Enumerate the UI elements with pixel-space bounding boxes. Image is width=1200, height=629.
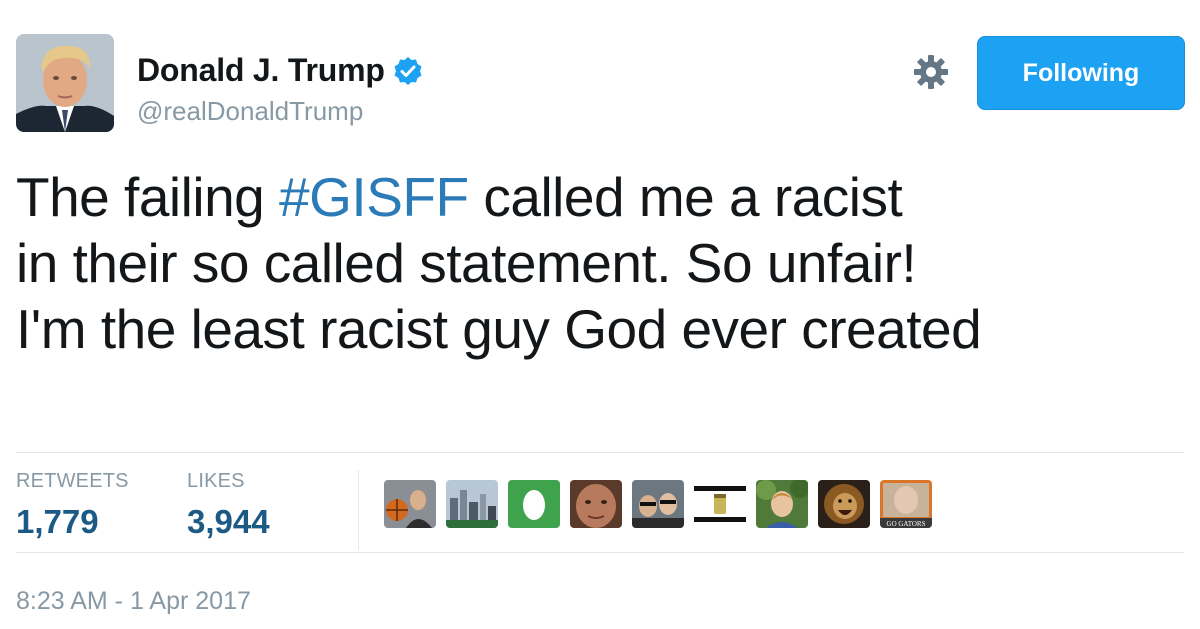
stats-divider-bottom xyxy=(16,552,1184,553)
liker-avatar[interactable] xyxy=(818,480,870,528)
liker-avatar[interactable] xyxy=(756,480,808,528)
display-name[interactable]: Donald J. Trump xyxy=(137,52,385,89)
liker-avatar[interactable] xyxy=(694,480,746,528)
tweet-text-segment: The failing xyxy=(16,166,280,228)
following-button[interactable]: Following xyxy=(977,36,1185,110)
profile-photo xyxy=(16,34,114,132)
verified-badge-icon xyxy=(394,56,422,85)
likes-stat[interactable]: LIKES 3,944 xyxy=(187,470,270,541)
liker-avatar[interactable] xyxy=(570,480,622,528)
profile-avatar[interactable] xyxy=(16,34,114,132)
tweet-line-1: The failing #GISFF called me a racist xyxy=(16,164,1196,230)
tweet-line-2: in their so called statement. So unfair! xyxy=(16,232,917,294)
tweet-timestamp[interactable]: 8:23 AM - 1 Apr 2017 xyxy=(16,587,251,616)
user-handle[interactable]: @realDonaldTrump xyxy=(137,96,363,127)
avatar-person-basketball-icon xyxy=(384,480,436,528)
avatar-face-closeup-icon xyxy=(570,480,622,528)
liker-avatar[interactable] xyxy=(384,480,436,528)
hashtag-link[interactable]: #GISFF xyxy=(279,166,469,228)
retweets-stat[interactable]: RETWEETS 1,779 xyxy=(16,470,129,541)
avatar-city-skyline-icon xyxy=(446,480,498,528)
name-row: Donald J. Trump xyxy=(137,52,423,89)
liker-avatars: GO GATORS xyxy=(384,480,932,528)
tweet-card: Donald J. Trump @realDonaldTrump Followi… xyxy=(0,0,1200,629)
avatar-default-egg-icon xyxy=(508,480,560,528)
liker-avatar[interactable] xyxy=(508,480,560,528)
liker-avatar[interactable] xyxy=(446,480,498,528)
tweet-line-3: I'm the least racist guy God ever create… xyxy=(16,298,982,360)
avatar-striped-jar-icon xyxy=(694,480,746,528)
liker-avatar[interactable]: GO GATORS xyxy=(880,480,932,528)
stats-divider-top xyxy=(16,452,1184,453)
avatar-group-selfie-icon xyxy=(632,480,684,528)
avatar-child-outdoors-icon xyxy=(756,480,808,528)
stats-vertical-divider xyxy=(358,470,359,550)
likes-label: LIKES xyxy=(187,470,245,492)
retweets-label: RETWEETS xyxy=(16,470,129,492)
avatar-go-gators-logo-icon: GO GATORS xyxy=(880,480,932,528)
gators-caption: GO GATORS xyxy=(887,520,926,528)
liker-avatar[interactable] xyxy=(632,480,684,528)
likes-count: 3,944 xyxy=(187,503,270,540)
gear-icon[interactable] xyxy=(912,53,950,91)
retweets-count: 1,779 xyxy=(16,503,99,540)
tweet-text: The failing #GISFF called me a racist in… xyxy=(16,164,1196,362)
tweet-text-segment: called me a racist xyxy=(468,166,903,228)
avatar-lion-icon xyxy=(818,480,870,528)
